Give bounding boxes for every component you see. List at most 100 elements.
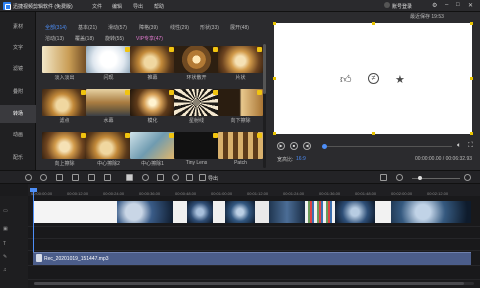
zoom-slider[interactable] bbox=[412, 176, 460, 180]
video-clip[interactable] bbox=[33, 201, 471, 223]
delete-icon[interactable] bbox=[56, 174, 63, 181]
transition-tile[interactable]: 推幕 bbox=[130, 46, 175, 81]
crop-handle[interactable] bbox=[273, 77, 276, 80]
edit-icon[interactable] bbox=[72, 174, 79, 181]
text-track-icon: T bbox=[3, 241, 7, 247]
tab-linear[interactable]: 线性(29) bbox=[170, 24, 189, 31]
fit-icon[interactable] bbox=[380, 174, 387, 181]
transition-tile[interactable]: 片状 bbox=[218, 46, 263, 81]
minimize-icon[interactable]: – bbox=[445, 2, 448, 8]
text-lane[interactable] bbox=[28, 239, 480, 251]
export-button[interactable]: 导出 bbox=[208, 175, 218, 182]
timeline-scrollbar-thumb[interactable] bbox=[34, 282, 464, 285]
sidebar-item-filter[interactable]: 滤镜 bbox=[0, 60, 36, 78]
tab-basic[interactable]: 基本(21) bbox=[78, 24, 97, 31]
playback-knob[interactable] bbox=[322, 144, 327, 149]
settings-icon[interactable]: ⚙ bbox=[432, 2, 437, 9]
download-icon[interactable] bbox=[257, 47, 262, 52]
microphone-icon[interactable] bbox=[172, 174, 179, 181]
redo-icon[interactable] bbox=[40, 174, 47, 181]
tab-all[interactable]: 全部(314) bbox=[45, 24, 67, 31]
zoom-in-icon[interactable] bbox=[464, 174, 471, 181]
transition-tile[interactable]: 向下擦除 bbox=[218, 89, 263, 124]
transition-tile[interactable]: 环状散开 bbox=[174, 46, 219, 81]
tab-shape[interactable]: 形状(33) bbox=[200, 24, 219, 31]
tab-expand[interactable]: 展开(48) bbox=[230, 24, 249, 31]
playback-progress[interactable] bbox=[322, 144, 452, 149]
crop-handle[interactable] bbox=[372, 132, 375, 135]
fullscreen-icon[interactable]: ⛶ bbox=[468, 142, 473, 150]
crop-handle[interactable] bbox=[273, 132, 276, 135]
menu-help[interactable]: 帮助 bbox=[154, 3, 164, 10]
export-icon[interactable] bbox=[199, 174, 206, 181]
voice-lane[interactable] bbox=[28, 266, 480, 280]
effect-track-icon: ✎ bbox=[3, 254, 8, 260]
crop-handle[interactable] bbox=[470, 132, 473, 135]
transition-tile[interactable]: 滤点 bbox=[42, 89, 87, 124]
image-track-icon: ▣ bbox=[3, 226, 8, 232]
download-icon[interactable] bbox=[257, 90, 262, 95]
autosave-status: 最近保存 19:53 bbox=[410, 14, 444, 20]
transition-thumbnail bbox=[174, 132, 219, 159]
tab-dissolve[interactable]: 溶动(13) bbox=[45, 35, 64, 42]
transition-tile[interactable]: Tiny Lens bbox=[174, 132, 219, 166]
transition-tile[interactable]: 淡入淡出 bbox=[42, 46, 87, 81]
split-icon[interactable] bbox=[88, 174, 95, 181]
crop-handle[interactable] bbox=[372, 22, 375, 25]
overlay-lane[interactable] bbox=[28, 227, 480, 239]
login-button[interactable]: 账号登录 bbox=[392, 3, 412, 10]
tab-rotate[interactable]: 旋转(55) bbox=[105, 35, 124, 42]
tab-cover[interactable]: 覆盖(18) bbox=[75, 35, 94, 42]
transition-tile[interactable]: 闪现 bbox=[86, 46, 131, 81]
sidebar-item-overlay[interactable]: 叠附 bbox=[0, 83, 36, 101]
speed-icon[interactable] bbox=[142, 174, 149, 181]
transition-tile[interactable]: 向上擦除 bbox=[42, 132, 87, 167]
crop-icon[interactable] bbox=[104, 174, 111, 181]
tab-vip[interactable]: VIP专享(47) bbox=[136, 35, 163, 42]
sidebar-item-material[interactable]: 素材 bbox=[0, 18, 36, 36]
zoom-knob[interactable] bbox=[418, 176, 422, 180]
stop-icon[interactable]: ■ bbox=[290, 142, 298, 150]
transition-thumbnail bbox=[42, 46, 87, 73]
edit-toolbar: 导出 bbox=[0, 170, 480, 184]
transition-tile[interactable]: 水幕 bbox=[86, 89, 131, 124]
transition-label: 中心擦除1 bbox=[141, 161, 164, 167]
sidebar-item-transition[interactable]: 转场 bbox=[0, 105, 36, 123]
prev-frame-icon[interactable]: ◀ bbox=[303, 142, 311, 150]
panel-scrollbar-thumb[interactable] bbox=[263, 44, 266, 94]
sidebar-item-animation[interactable]: 动画 bbox=[0, 126, 36, 144]
transition-tile[interactable]: 模化 bbox=[130, 89, 175, 124]
tab-grid[interactable]: 障格(39) bbox=[139, 24, 158, 31]
volume-icon[interactable]: 🔈︎ bbox=[457, 142, 461, 150]
transition-tile[interactable]: 中心擦除1 bbox=[130, 132, 175, 167]
subtitle-icon[interactable] bbox=[186, 174, 193, 181]
transition-tile[interactable]: 中心擦除2 bbox=[86, 132, 131, 167]
zoom-out-icon[interactable] bbox=[396, 174, 403, 181]
freeze-icon[interactable] bbox=[157, 174, 164, 181]
transition-thumbnail bbox=[130, 89, 175, 116]
close-icon[interactable]: ✕ bbox=[468, 2, 473, 9]
undo-icon[interactable] bbox=[25, 174, 32, 181]
transition-tile[interactable]: 星射线 bbox=[174, 89, 219, 124]
play-icon[interactable]: ▶ bbox=[277, 142, 285, 150]
sidebar-item-text[interactable]: 文字 bbox=[0, 39, 36, 57]
aspect-ratio-value[interactable]: 16:9 bbox=[296, 156, 306, 162]
panel-scrollbar[interactable] bbox=[263, 44, 266, 168]
crop-handle[interactable] bbox=[470, 77, 473, 80]
timeline-scrollbar[interactable] bbox=[34, 282, 474, 285]
timeline-ruler[interactable]: 00:00:00.00 00:00:12.00 00:00:24.00 00:0… bbox=[28, 184, 480, 196]
menu-export[interactable]: 导出 bbox=[133, 3, 143, 10]
transition-thumbnail bbox=[130, 46, 175, 73]
menu-edit[interactable]: 编辑 bbox=[112, 3, 122, 10]
star-icon: ★ bbox=[395, 74, 405, 86]
transition-tile[interactable]: Patch bbox=[218, 132, 263, 166]
user-icon[interactable] bbox=[384, 2, 390, 8]
crop-handle[interactable] bbox=[273, 22, 276, 25]
tab-slide[interactable]: 滑动(57) bbox=[108, 24, 127, 31]
menu-file[interactable]: 文件 bbox=[92, 3, 102, 10]
mosaic-icon[interactable] bbox=[126, 174, 133, 181]
sidebar-item-music[interactable]: 配乐 bbox=[0, 149, 36, 167]
maximize-icon[interactable]: □ bbox=[456, 2, 460, 8]
download-icon[interactable] bbox=[257, 133, 262, 138]
crop-handle[interactable] bbox=[470, 22, 473, 25]
